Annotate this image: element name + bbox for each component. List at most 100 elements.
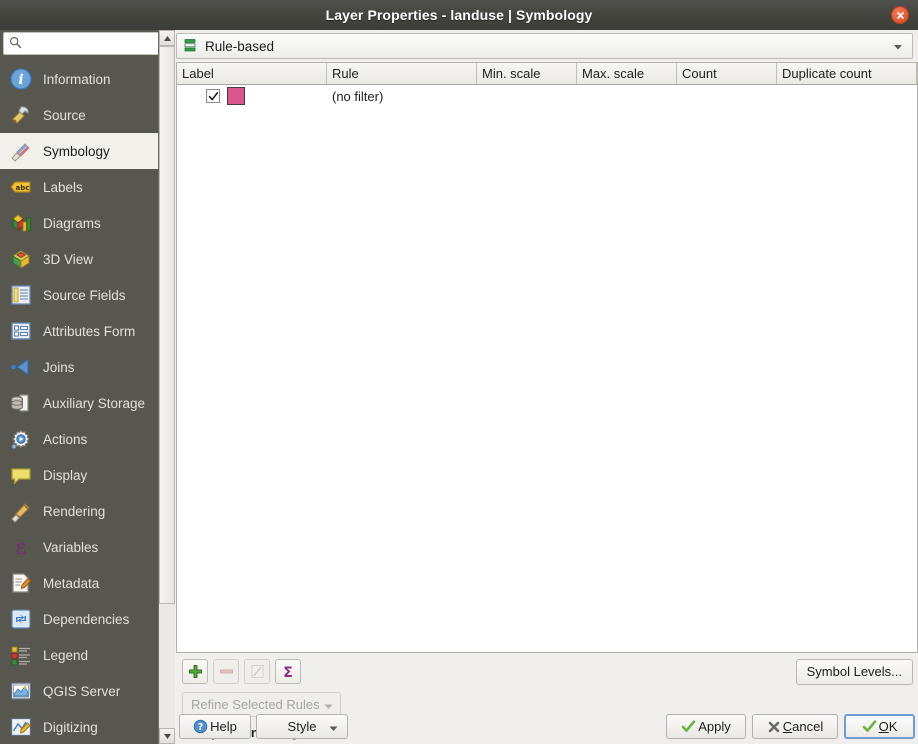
search-input[interactable] <box>26 36 156 51</box>
remove-rule-button <box>213 659 239 684</box>
sidebar-item-source-fields[interactable]: Source Fields <box>0 277 158 313</box>
sidebar-item-metadata[interactable]: Metadata <box>0 565 158 601</box>
edit-rule-button <box>244 659 270 684</box>
sidebar-item-label: Source <box>43 107 86 123</box>
sidebar-item-actions[interactable]: Actions <box>0 421 158 457</box>
symbology-brush-icon <box>8 138 34 164</box>
scroll-up-arrow-icon[interactable] <box>159 30 175 46</box>
digitizing-icon <box>8 714 34 740</box>
chevron-down-icon <box>324 693 333 716</box>
column-header-max-scale[interactable]: Max. scale <box>577 63 677 84</box>
cancel-button-label: Cancel <box>782 719 824 734</box>
column-header-label[interactable]: Label <box>177 63 327 84</box>
scrollbar-thumb[interactable] <box>159 46 175 604</box>
column-header-rule[interactable]: Rule <box>327 63 477 84</box>
sidebar-nav-list: i Information Source Symbology abc Labels Diag… <box>0 61 158 744</box>
auxiliary-storage-icon <box>8 390 34 416</box>
svg-text:abc: abc <box>16 184 30 192</box>
main-panel: Rule-based Label Rule Min. scale Max. scale… <box>176 30 918 744</box>
rules-table-header: Label Rule Min. scale Max. scale Count Duplic… <box>177 63 917 85</box>
ok-button[interactable]: OK <box>844 714 915 739</box>
search-box[interactable] <box>3 32 158 55</box>
sidebar-item-label: Metadata <box>43 575 100 591</box>
sidebar-item-rendering[interactable]: Rendering <box>0 493 158 529</box>
cell-min_scale <box>477 85 577 107</box>
sidebar-item-symbology[interactable]: Symbology <box>0 133 158 169</box>
rules-toolbar: Σ Symbol Levels... <box>176 659 918 685</box>
sidebar-item-diagrams[interactable]: Diagrams <box>0 205 158 241</box>
sidebar-item-label: Attributes Form <box>43 323 136 339</box>
sidebar-item-label: Digitizing <box>43 719 98 735</box>
sidebar-item-label: QGIS Server <box>43 683 121 699</box>
ok-button-label: OK <box>878 719 898 734</box>
refine-selected-rules-label: Refine Selected Rules <box>191 697 320 712</box>
qgis-server-icon <box>8 678 34 704</box>
column-header-min-scale[interactable]: Min. scale <box>477 63 577 84</box>
sidebar-item-digitizing[interactable]: Digitizing <box>0 709 158 744</box>
sidebar-item-label: Actions <box>43 431 88 447</box>
information-icon: i <box>8 66 34 92</box>
symbol-levels-button[interactable]: Symbol Levels... <box>795 659 913 685</box>
sidebar: i Information Source Symbology abc Labels Diag… <box>0 30 158 744</box>
sidebar-item-label: Auxiliary Storage <box>43 395 146 411</box>
cell-rule: (no filter) <box>332 88 384 104</box>
help-button-label: Help <box>210 719 237 734</box>
sidebar-item-auxiliary-storage[interactable]: Auxiliary Storage <box>0 385 158 421</box>
help-question-icon: ? <box>193 719 208 734</box>
style-button[interactable]: Style <box>256 714 348 739</box>
rules-table: Label Rule Min. scale Max. scale Count Duplic… <box>176 62 918 653</box>
scrollbar-track[interactable] <box>159 46 175 728</box>
cancel-button[interactable]: Cancel <box>752 714 838 739</box>
sidebar-item-information[interactable]: i Information <box>0 61 158 97</box>
sidebar-item-variables[interactable]: ε Variables <box>0 529 158 565</box>
help-button[interactable]: ? Help <box>179 714 251 739</box>
search-container <box>0 30 158 58</box>
sidebar-item-legend[interactable]: Legend <box>0 637 158 673</box>
sidebar-item-label: Legend <box>43 647 89 663</box>
sidebar-item-dependencies[interactable]: Dependencies <box>0 601 158 637</box>
style-button-label: Style <box>287 719 317 734</box>
variables-epsilon-icon: ε <box>8 534 34 560</box>
3d-view-cube-icon <box>8 246 34 272</box>
sidebar-item-label: Joins <box>43 359 75 375</box>
sidebar-item-source[interactable]: Source <box>0 97 158 133</box>
check-icon <box>681 719 696 734</box>
sidebar-item-3d-view[interactable]: 3D View <box>0 241 158 277</box>
renderer-type-combobox[interactable]: Rule-based <box>176 33 913 59</box>
close-icon[interactable] <box>891 6 909 24</box>
count-features-button[interactable]: Σ <box>275 659 301 684</box>
sidebar-item-labels[interactable]: abc Labels <box>0 169 158 205</box>
sidebar-item-display[interactable]: Display <box>0 457 158 493</box>
apply-button[interactable]: Apply <box>666 714 746 739</box>
renderer-type-value: Rule-based <box>205 38 275 54</box>
cross-icon <box>767 720 781 734</box>
sidebar-item-label: Information <box>43 71 111 87</box>
cell-count <box>677 85 777 107</box>
rule-based-icon <box>184 38 198 55</box>
chevron-down-icon <box>329 719 338 734</box>
sidebar-scrollbar[interactable] <box>158 30 175 744</box>
window-title: Layer Properties - landuse | Symbology <box>325 7 593 23</box>
table-row[interactable]: (no filter) <box>177 85 917 107</box>
sidebar-item-attributes-form[interactable]: Attributes Form <box>0 313 158 349</box>
source-fields-icon <box>8 282 34 308</box>
scroll-down-arrow-icon[interactable] <box>159 728 175 744</box>
sidebar-item-label: Variables <box>43 539 99 555</box>
sidebar-item-joins[interactable]: Joins <box>0 349 158 385</box>
column-header-count[interactable]: Count <box>677 63 777 84</box>
rules-table-body: (no filter) <box>177 85 917 107</box>
svg-text:ε: ε <box>16 535 27 559</box>
svg-text:Σ: Σ <box>283 665 293 680</box>
column-header-duplicate-count[interactable]: Duplicate count <box>777 63 917 84</box>
sidebar-item-label: Rendering <box>43 503 106 519</box>
add-rule-button[interactable] <box>182 659 208 684</box>
diagrams-icon <box>8 210 34 236</box>
rule-symbol-swatch[interactable] <box>227 87 245 105</box>
search-icon <box>9 36 22 52</box>
rule-visibility-checkbox[interactable] <box>206 89 220 103</box>
dialog-button-bar: ? Help Style Apply Cancel OK <box>176 714 918 744</box>
dependencies-icon <box>8 606 34 632</box>
svg-text:?: ? <box>198 722 204 733</box>
sidebar-item-qgis-server[interactable]: QGIS Server <box>0 673 158 709</box>
cell-label <box>177 85 327 107</box>
